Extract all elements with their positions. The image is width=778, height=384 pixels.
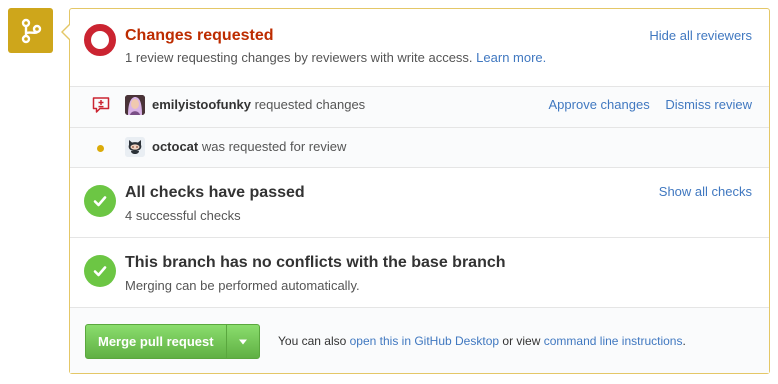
branch-badge (8, 8, 53, 53)
approve-changes-link[interactable]: Approve changes (549, 97, 650, 112)
no-conflicts-icon (84, 255, 116, 287)
merge-text-suffix: . (682, 334, 686, 348)
checks-section: All checks have passed 4 successful chec… (70, 167, 769, 237)
dismiss-review-link[interactable]: Dismiss review (665, 97, 752, 112)
review-status-subtitle: 1 review requesting changes by reviewers… (125, 50, 546, 65)
requested-reviewer-name[interactable]: octocat (152, 139, 198, 154)
learn-more-link[interactable]: Learn more. (476, 50, 546, 65)
changes-requested-icon (84, 24, 116, 56)
avatar[interactable] (125, 95, 145, 115)
merge-status-panel: Changes requested 1 review requesting ch… (69, 8, 770, 374)
user-avatar-icon (125, 95, 145, 115)
reviewer-action: requested changes (254, 97, 366, 112)
merge-button-group: Merge pull request (85, 324, 260, 359)
merge-pull-request-button[interactable]: Merge pull request (86, 325, 226, 358)
review-status-description: 1 review requesting changes by reviewers… (125, 50, 473, 65)
merge-section: Merge pull request You can also open thi… (70, 307, 769, 373)
review-status-title: Changes requested (125, 27, 274, 44)
octocat-avatar-icon (125, 137, 145, 157)
checks-subtitle: 4 successful checks (125, 208, 241, 223)
checks-title: All checks have passed (125, 184, 305, 201)
conflicts-section: This branch has no conflicts with the ba… (70, 237, 769, 307)
git-branch-icon (21, 18, 41, 43)
check-icon (93, 266, 107, 277)
review-status-section: Changes requested 1 review requesting ch… (70, 9, 769, 86)
hide-reviewers-link[interactable]: Hide all reviewers (649, 28, 752, 43)
panel-pointer-fill (63, 24, 71, 40)
checks-passed-icon (84, 185, 116, 217)
merge-options-dropdown[interactable] (225, 325, 259, 358)
command-line-instructions-link[interactable]: command line instructions (544, 334, 683, 348)
pending-review-dot-icon (97, 145, 104, 152)
caret-down-icon (238, 339, 247, 344)
requested-reviewer-summary: octocat was requested for review (152, 139, 346, 154)
request-changes-icon (92, 97, 110, 113)
merge-alternatives-text: You can also open this in GitHub Desktop… (278, 334, 686, 348)
reviewer-row: emilyistoofunky requested changes Approv… (70, 86, 769, 127)
open-desktop-link[interactable]: open this in GitHub Desktop (350, 334, 499, 348)
requested-reviewer-row: octocat was requested for review (70, 127, 769, 167)
check-icon (93, 196, 107, 207)
conflicts-title: This branch has no conflicts with the ba… (125, 254, 506, 271)
conflicts-subtitle: Merging can be performed automatically. (125, 278, 360, 293)
reviewer-actions: Approve changes Dismiss review (549, 97, 752, 112)
show-all-checks-link[interactable]: Show all checks (659, 184, 752, 199)
avatar[interactable] (125, 137, 145, 157)
merge-text-middle: or view (502, 334, 541, 348)
merge-text-prefix: You can also (278, 334, 347, 348)
reviewer-summary: emilyistoofunky requested changes (152, 97, 365, 112)
requested-reviewer-text: was requested for review (201, 139, 347, 154)
reviewer-name[interactable]: emilyistoofunky (152, 97, 251, 112)
